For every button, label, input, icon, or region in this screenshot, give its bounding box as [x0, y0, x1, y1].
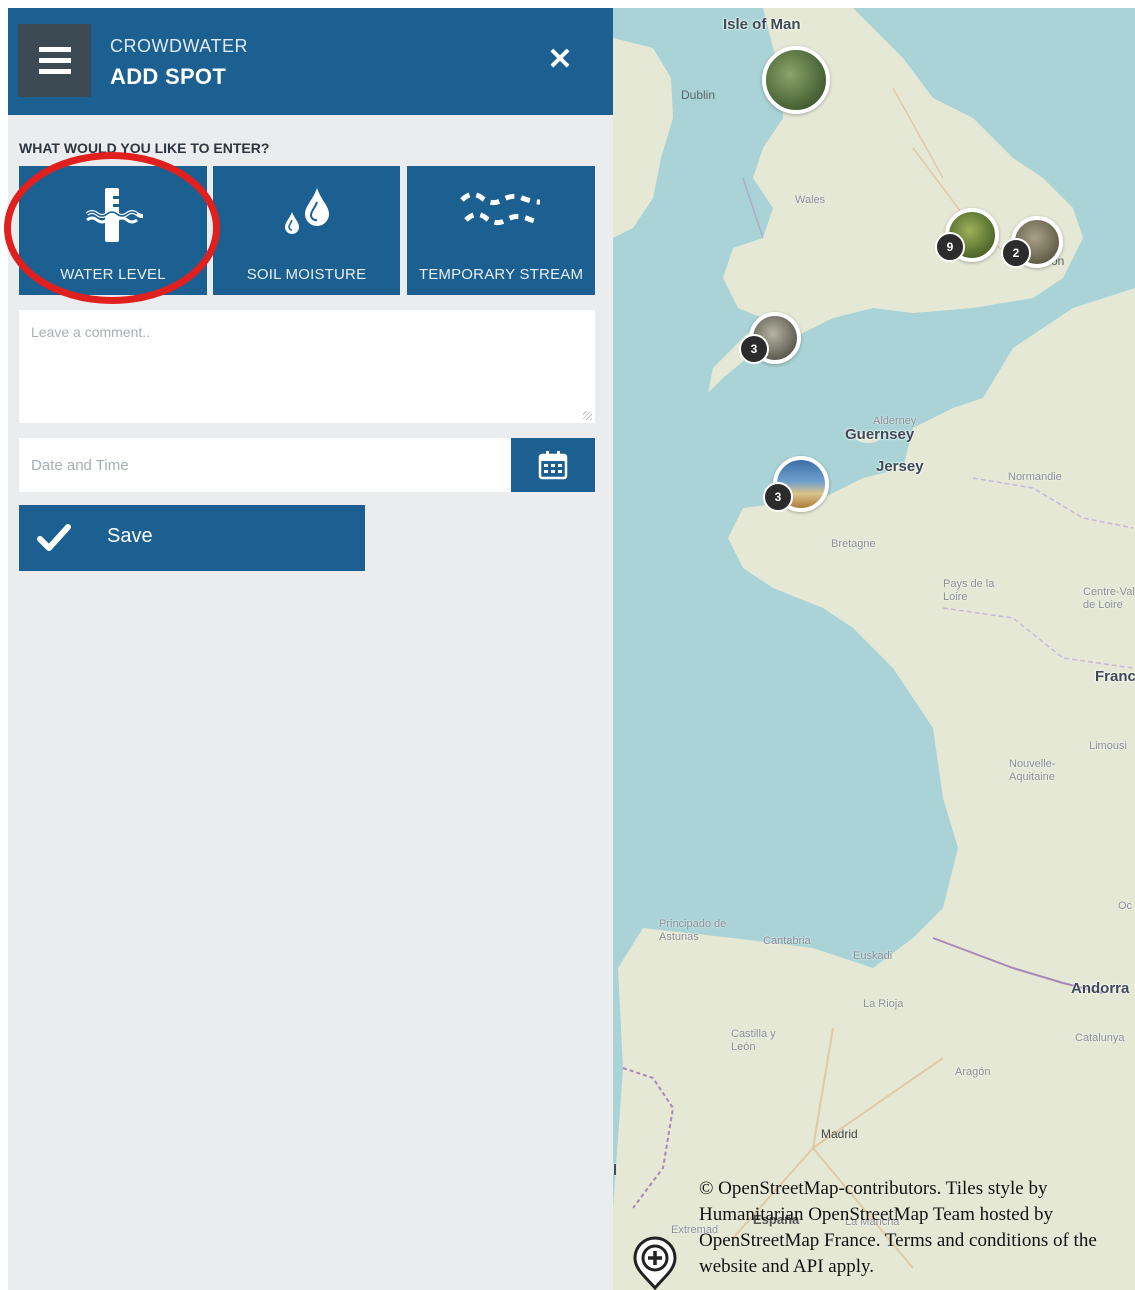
- cluster-count: 3: [739, 334, 769, 364]
- map-label: Aragón: [955, 1066, 991, 1078]
- map-label: Nouvelle-Aquitaine: [1009, 758, 1056, 783]
- map-label: Bretagne: [831, 538, 876, 550]
- map-label: l: [613, 1162, 618, 1179]
- map-label: Wales: [795, 194, 826, 206]
- calendar-button[interactable]: [511, 438, 595, 492]
- date-time-field[interactable]: [19, 438, 511, 492]
- map-cluster-marker[interactable]: 3: [739, 312, 801, 364]
- cluster-count: 2: [1001, 238, 1031, 268]
- map-cluster-marker[interactable]: 3: [763, 456, 829, 512]
- map-label: Franc: [1095, 668, 1135, 685]
- map-cluster-marker[interactable]: 2: [1001, 216, 1063, 268]
- map-label: Catalunya: [1075, 1032, 1125, 1044]
- cluster-count: 3: [763, 482, 793, 512]
- map-label: Guernsey: [845, 426, 915, 443]
- temporary-stream-icon: [460, 192, 541, 226]
- temporary-stream-button[interactable]: TEMPORARY STREAM: [407, 166, 595, 295]
- menu-button[interactable]: [18, 24, 91, 97]
- water-level-button[interactable]: WATER LEVEL: [19, 166, 207, 295]
- checkmark-icon: [37, 524, 71, 551]
- map-attribution: © OpenStreetMap-contributors. Tiles styl…: [699, 1178, 1097, 1277]
- soil-moisture-label: SOIL MOISTURE: [246, 266, 367, 283]
- map-label: Cantabria: [763, 935, 811, 947]
- map-label: Oc: [1118, 900, 1133, 912]
- page-title: ADD SPOT: [110, 64, 227, 89]
- map-label: Normandie: [1008, 471, 1062, 483]
- add-spot-marker-icon: [633, 1236, 677, 1290]
- app-window: CROWDWATER ADD SPOT ✕ WHAT WOULD YOU LIK…: [4, 8, 1135, 1290]
- map-label: Isle of Man: [723, 16, 801, 33]
- map-cluster-marker[interactable]: 9: [935, 208, 999, 262]
- close-icon: ✕: [547, 43, 573, 76]
- save-button[interactable]: Save: [19, 505, 365, 571]
- map-label: Pays de la Loire: [943, 578, 995, 603]
- map-label: Dublin: [681, 88, 716, 102]
- soil-moisture-icon: [284, 188, 329, 234]
- temporary-stream-label: TEMPORARY STREAM: [418, 266, 584, 283]
- soil-moisture-button[interactable]: SOIL MOISTURE: [213, 166, 400, 295]
- comment-field[interactable]: [19, 310, 595, 423]
- calendar-icon: [538, 451, 568, 480]
- map-label: Madrid: [821, 1127, 858, 1141]
- panel-header: CROWDWATER ADD SPOT ✕: [8, 8, 613, 115]
- close-button[interactable]: ✕: [544, 44, 576, 76]
- map-label: Limousi: [1089, 740, 1127, 752]
- map-view[interactable]: Isle of Man Dublin Wales on Alderney Gue…: [613, 8, 1135, 1290]
- app-name: CROWDWATER: [110, 36, 248, 56]
- map-label: La Rioja: [863, 998, 904, 1010]
- water-level-label: WATER LEVEL: [60, 266, 166, 283]
- map-cluster-marker[interactable]: [762, 46, 830, 114]
- entry-type-question: WHAT WOULD YOU LIKE TO ENTER?: [19, 140, 270, 156]
- hamburger-menu-icon: [38, 41, 71, 80]
- save-button-label: Save: [107, 525, 153, 547]
- water-level-icon: [85, 188, 143, 242]
- add-spot-panel: CROWDWATER ADD SPOT ✕ WHAT WOULD YOU LIK…: [4, 8, 613, 1290]
- add-spot-button[interactable]: [633, 1236, 677, 1290]
- map-label: Euskadi: [853, 950, 893, 962]
- map-label: Centre-Val de Loire: [1083, 586, 1135, 611]
- map-tiles: [613, 8, 1135, 1290]
- map-label: Castilla y León: [731, 1028, 776, 1053]
- map-label: Principado de Asturias: [659, 918, 727, 943]
- map-label: Jersey: [876, 458, 924, 475]
- cluster-count: 9: [935, 232, 965, 262]
- map-label: Andorra: [1071, 980, 1130, 997]
